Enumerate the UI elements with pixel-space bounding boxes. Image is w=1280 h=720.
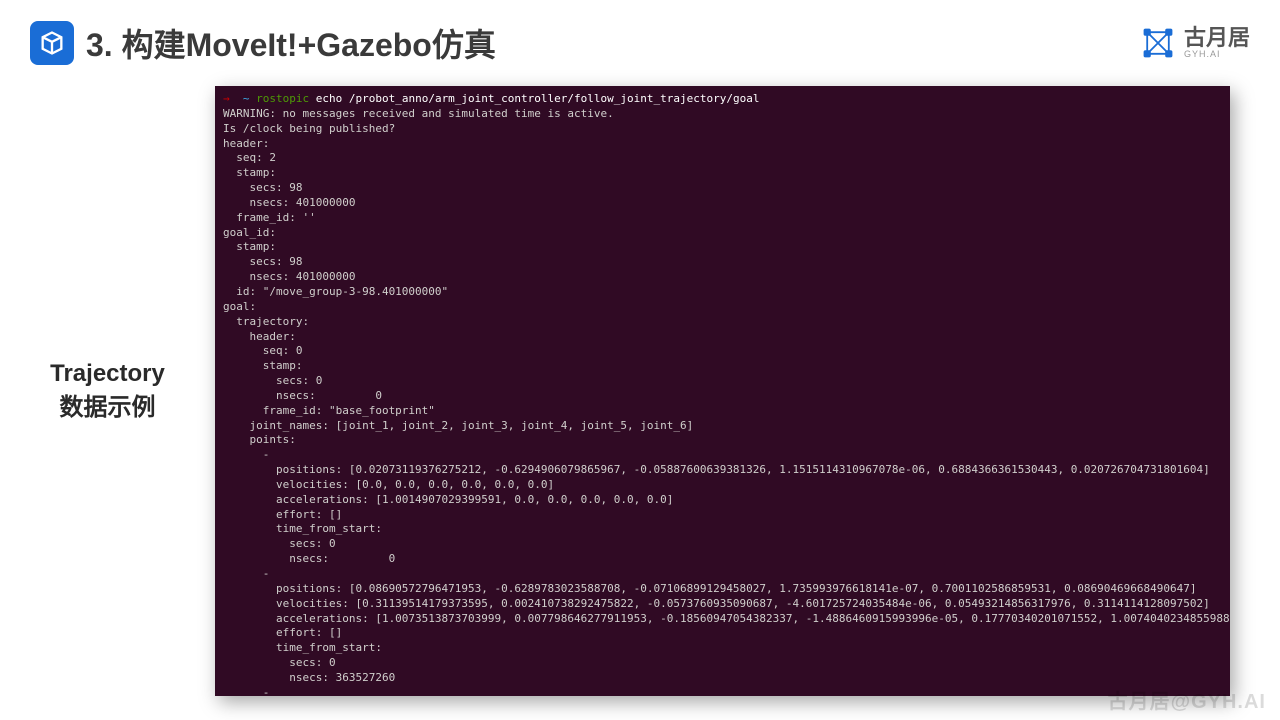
app-logo-icon bbox=[30, 21, 74, 65]
slide-header: 3. 构建MoveIt!+Gazebo仿真 古月居 GYH.AI bbox=[0, 0, 1280, 76]
side-caption: Trajectory 数据示例 bbox=[0, 357, 215, 424]
title-group: 3. 构建MoveIt!+Gazebo仿真 bbox=[30, 20, 496, 66]
terminal-window: → ~ rostopic echo /probot_anno/arm_joint… bbox=[215, 86, 1230, 696]
watermark-text: 古月居@GYH.AI bbox=[1108, 685, 1266, 714]
slide-title: 3. 构建MoveIt!+Gazebo仿真 bbox=[86, 20, 496, 66]
brand-name: 古月居 bbox=[1184, 27, 1250, 49]
main-content: Trajectory 数据示例 → ~ rostopic echo /probo… bbox=[0, 76, 1280, 696]
terminal-output: WARNING: no messages received and simula… bbox=[223, 107, 1230, 696]
brand-icon bbox=[1140, 25, 1176, 61]
prompt-tilde: ~ bbox=[243, 92, 250, 105]
caption-line-1: Trajectory bbox=[10, 357, 205, 391]
terminal-command-rostopic: rostopic bbox=[256, 92, 309, 105]
terminal-command-args: echo /probot_anno/arm_joint_controller/f… bbox=[316, 92, 760, 105]
brand-subtitle: GYH.AI bbox=[1184, 49, 1250, 59]
brand-block: 古月居 GYH.AI bbox=[1140, 25, 1250, 61]
prompt-arrow-icon: → bbox=[223, 92, 230, 105]
caption-line-2: 数据示例 bbox=[10, 391, 205, 425]
